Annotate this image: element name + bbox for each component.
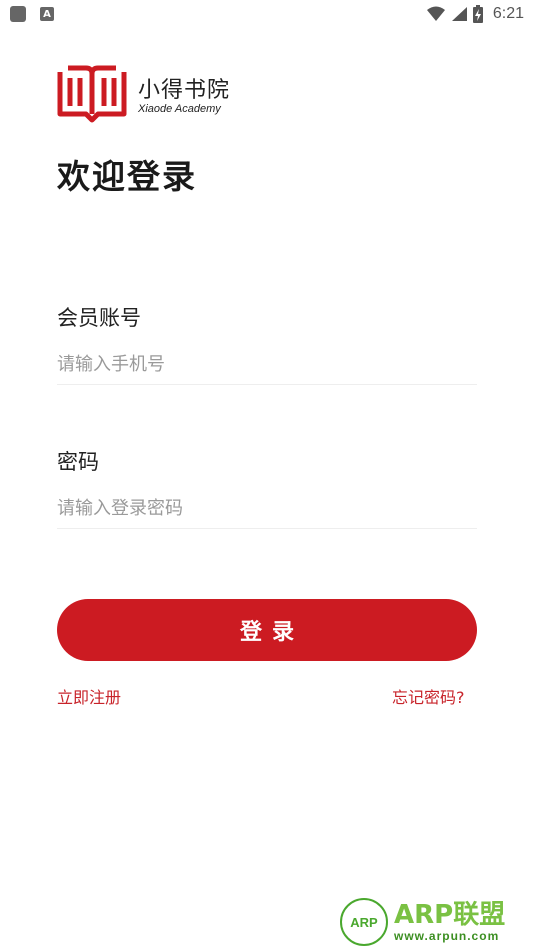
register-link[interactable]: 立即注册 (57, 684, 121, 708)
login-button[interactable]: 登录 (57, 599, 477, 661)
watermark-title: ARP联盟 (394, 900, 506, 930)
watermark: ARP ARP联盟 www.arpun.com (340, 898, 505, 946)
status-bar-right: 6:21 (426, 5, 524, 23)
account-label: 会员账号 (57, 306, 141, 330)
status-bar-left: A (10, 6, 54, 22)
app-notification-icon (10, 6, 26, 22)
wifi-icon (426, 6, 445, 21)
signal-icon (451, 7, 467, 21)
logo-name-cn: 小得书院 (138, 78, 231, 103)
logo-name-en: Xiaode Academy (138, 103, 221, 115)
watermark-text: ARP联盟 www.arpun.com (394, 901, 505, 943)
watermark-url: www.arpun.com (394, 929, 500, 943)
a-notification-icon: A (40, 7, 54, 21)
book-logo-icon (57, 65, 127, 123)
account-input[interactable] (57, 344, 477, 385)
password-input[interactable] (57, 488, 477, 529)
status-time: 6:21 (492, 5, 524, 22)
page-title: 欢迎登录 (57, 157, 197, 196)
logo-text: 小得书院 Xiaode Academy (138, 73, 231, 116)
forgot-password-link[interactable]: 忘记密码? (392, 684, 465, 708)
password-label: 密码 (57, 450, 99, 474)
battery-icon (472, 5, 483, 23)
status-bar: A 6:21 (0, 0, 534, 28)
app-logo: 小得书院 Xiaode Academy (56, 64, 230, 124)
watermark-badge: ARP (340, 898, 388, 946)
